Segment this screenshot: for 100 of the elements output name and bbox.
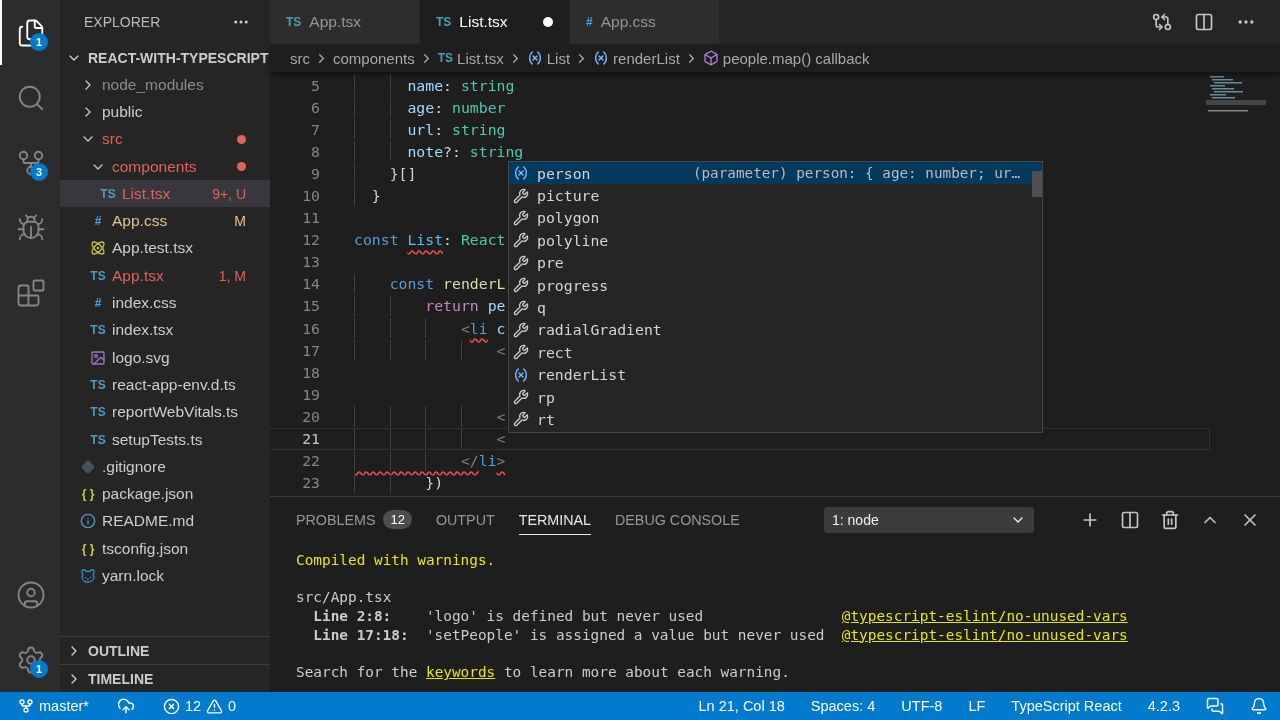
file-type-icon: { } xyxy=(81,487,95,502)
folder-item[interactable]: src xyxy=(60,125,270,153)
wrench-icon xyxy=(513,411,529,428)
breadcrumb-item[interactable]: renderList xyxy=(613,49,680,67)
suggestion-item[interactable]: person (parameter) person: { age: number; ur… xyxy=(509,162,1042,185)
editor-tab[interactable]: TS App.tsx xyxy=(270,0,420,44)
code-line: age: number xyxy=(406,98,506,116)
panel-tab[interactable]: TERMINAL xyxy=(518,505,591,535)
code-line: }) xyxy=(424,474,444,492)
trash-icon[interactable] xyxy=(1160,510,1180,530)
file-item[interactable]: TS reportWebVitals.ts xyxy=(60,398,270,426)
line-number: 22 xyxy=(301,452,320,470)
suggestion-item[interactable]: rect xyxy=(509,341,1042,364)
file-name: App.test.tsx xyxy=(112,239,194,258)
bell-icon[interactable] xyxy=(1250,697,1268,715)
compare-icon[interactable] xyxy=(1152,12,1172,32)
file-type-icon: TS xyxy=(90,268,106,283)
status-item[interactable]: UTF-8 xyxy=(901,698,943,714)
code-line: } xyxy=(370,187,381,204)
line-number: 18 xyxy=(301,363,320,381)
file-item[interactable]: TS App.tsx 1, M xyxy=(60,262,270,290)
line-number: 17 xyxy=(301,341,320,359)
file-type-icon: TS xyxy=(436,15,452,29)
variable-icon xyxy=(593,50,610,66)
editor-tab[interactable]: # App.css xyxy=(570,0,720,44)
breadcrumb-item[interactable]: components xyxy=(333,49,415,67)
status-item[interactable]: LF xyxy=(968,698,986,714)
file-name: tsconfig.json xyxy=(102,539,190,558)
atom-icon xyxy=(90,240,106,257)
panel-tab[interactable]: OUTPUT xyxy=(435,505,495,535)
folder-item[interactable]: components xyxy=(60,152,270,181)
panel-tab[interactable]: DEBUG CONSOLE xyxy=(615,505,740,535)
activity-button[interactable]: 1 xyxy=(0,627,60,692)
suggestion-item[interactable]: renderList xyxy=(509,363,1042,386)
suggestion-item[interactable]: picture xyxy=(509,184,1042,207)
file-item[interactable]: .gitignore xyxy=(60,453,270,481)
file-name: index.tsx xyxy=(112,321,175,340)
branch-status[interactable]: master* xyxy=(18,698,89,714)
folder-item[interactable]: public xyxy=(60,98,270,126)
split-terminal-icon[interactable] xyxy=(1120,510,1140,530)
problems-status[interactable]: 12 0 xyxy=(162,697,237,715)
split-editor-icon[interactable] xyxy=(1194,12,1214,32)
code-line: return pe xyxy=(424,297,506,315)
activity-button[interactable]: 3 xyxy=(0,130,60,195)
file-item[interactable]: TS react-app-env.d.ts xyxy=(60,371,270,399)
suggestion-item[interactable]: polygon xyxy=(509,206,1042,230)
file-item[interactable]: README.md xyxy=(60,507,270,536)
branch-icon xyxy=(18,698,34,714)
cat-icon xyxy=(80,568,96,584)
line-number: 5 xyxy=(310,76,320,94)
image-file-icon xyxy=(90,349,106,366)
breadcrumb-item[interactable]: List.tsx xyxy=(457,49,504,67)
feedback-icon[interactable] xyxy=(1206,697,1224,715)
file-item[interactable]: yarn.lock xyxy=(60,562,270,590)
variable-icon xyxy=(513,366,529,383)
rule-link[interactable]: @typescript-eslint/no-unused-vars xyxy=(841,625,1254,645)
scrollbar-thumb[interactable] xyxy=(1032,171,1042,197)
git-status-label: 1, M xyxy=(218,267,246,284)
terminal-select[interactable]: 1: node xyxy=(824,507,1034,533)
wrench-icon xyxy=(513,344,529,361)
file-item[interactable]: App.test.tsx xyxy=(60,234,270,263)
status-item[interactable]: Ln 21, Col 18 xyxy=(698,698,785,714)
file-type-icon: TS xyxy=(437,51,454,65)
project-folder[interactable]: REACT-WITH-TYPESCRIPT xyxy=(60,44,270,71)
line-number: 13 xyxy=(301,253,320,271)
cloud-upload-icon[interactable] xyxy=(116,697,135,715)
breadcrumb-item[interactable]: people.map() callback xyxy=(722,49,870,67)
terminal-link[interactable]: keywords xyxy=(425,664,496,681)
file-item[interactable]: TS List.tsx 9+, U xyxy=(60,180,270,208)
file-type-icon: TS xyxy=(90,377,106,392)
file-item[interactable]: { } tsconfig.json xyxy=(60,535,270,563)
rule-link[interactable]: @typescript-eslint/no-unused-vars xyxy=(841,607,1254,626)
editor-tab[interactable]: TS List.tsx xyxy=(420,0,570,44)
file-name: logo.svg xyxy=(112,348,171,367)
breadcrumb-item[interactable]: List xyxy=(546,49,571,67)
file-item[interactable]: TS setupTests.ts xyxy=(60,425,270,454)
suggestion-item[interactable]: polyline xyxy=(509,229,1042,252)
suggestion-item[interactable]: q xyxy=(509,296,1042,319)
suggestion-item[interactable]: radialGradient xyxy=(509,318,1042,342)
warning-message: 'setPeople' is assigned a value but never used xyxy=(425,625,826,645)
suggestion-item[interactable]: rt xyxy=(509,408,1042,431)
panel-tab[interactable]: PROBLEMS 12 xyxy=(296,505,412,535)
suggestion-item[interactable]: pre xyxy=(509,251,1042,274)
folder-item[interactable]: node_modules xyxy=(60,71,270,99)
variable-icon xyxy=(526,50,543,66)
suggestion-item[interactable]: progress xyxy=(509,273,1042,297)
status-item[interactable]: Spaces: 4 xyxy=(810,698,876,714)
file-name: package.json xyxy=(102,485,195,504)
file-item[interactable]: TS index.tsx xyxy=(60,316,270,344)
file-item[interactable]: # index.css xyxy=(60,289,270,317)
status-item[interactable]: 4.2.3 xyxy=(1147,698,1180,714)
file-item[interactable]: { } package.json xyxy=(60,480,270,508)
suggestion-item[interactable]: rp xyxy=(509,385,1042,409)
breadcrumb-item[interactable]: src xyxy=(290,49,310,67)
file-item[interactable]: # App.css M xyxy=(60,207,270,235)
status-item[interactable]: TypeScript React xyxy=(1011,698,1122,714)
file-item[interactable]: logo.svg xyxy=(60,343,270,372)
section-header[interactable]: OUTLINE xyxy=(60,636,270,664)
file-name: react-app-env.d.ts xyxy=(112,375,237,394)
file-type-icon: TS xyxy=(90,405,106,420)
